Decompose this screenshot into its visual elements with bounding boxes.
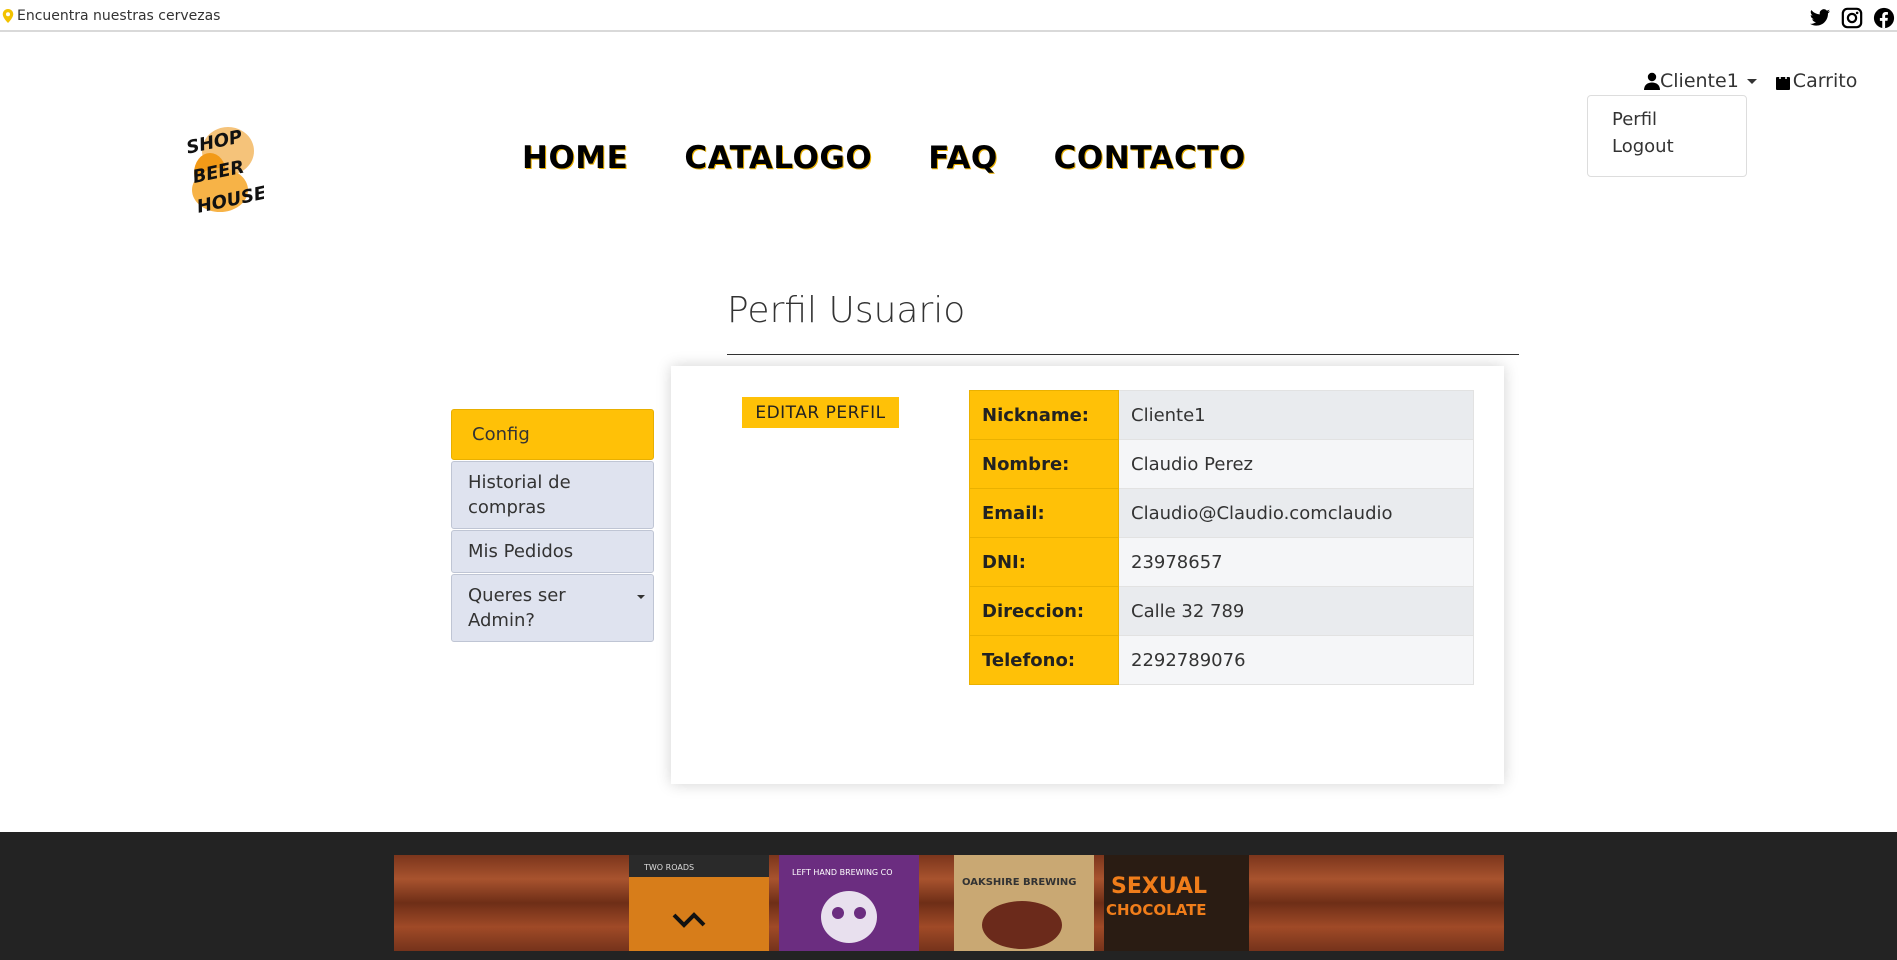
- field-label: Email:: [969, 488, 1119, 538]
- nav-faq[interactable]: FAQ: [928, 140, 997, 176]
- svg-text:LEFT HAND BREWING CO: LEFT HAND BREWING CO: [792, 868, 893, 877]
- user-nav: Cliente1 Carrito: [1644, 70, 1857, 92]
- field-label: DNI:: [969, 537, 1119, 587]
- table-row: Nickname: Cliente1: [969, 390, 1474, 440]
- page-title: Perfil Usuario: [727, 290, 966, 331]
- svg-text:TWO ROADS: TWO ROADS: [643, 863, 694, 872]
- nav-contacto[interactable]: CONTACTO: [1054, 140, 1246, 176]
- edit-profile-button[interactable]: EDITAR PERFIL: [742, 397, 899, 428]
- instagram-icon[interactable]: [1841, 7, 1863, 29]
- profile-table: Nickname: Cliente1 Nombre: Claudio Perez…: [969, 390, 1474, 685]
- field-value: Claudio@Claudio.comclaudio: [1118, 488, 1474, 538]
- table-row: Email: Claudio@Claudio.comclaudio: [969, 488, 1474, 538]
- sidebar-item-pedidos[interactable]: Mis Pedidos: [451, 530, 654, 573]
- field-label: Nickname:: [969, 390, 1119, 440]
- twitter-icon[interactable]: [1809, 7, 1831, 29]
- svg-text:OAKSHIRE BREWING: OAKSHIRE BREWING: [962, 877, 1077, 888]
- dropdown-item-logout[interactable]: Logout: [1588, 133, 1746, 160]
- field-value: 2292789076: [1118, 635, 1474, 685]
- location-text: Encuentra nuestras cervezas: [17, 8, 221, 24]
- sidebar-item-historial[interactable]: Historial de compras: [451, 461, 654, 529]
- sidebar-item-admin[interactable]: Queres ser Admin?: [451, 574, 654, 642]
- cart-link[interactable]: Carrito: [1775, 70, 1858, 92]
- title-divider: [727, 354, 1519, 355]
- user-label: Cliente1: [1660, 70, 1739, 92]
- shop-beer-house-logo[interactable]: SHOP BEER HOUSE: [180, 115, 264, 225]
- table-row: Telefono: 2292789076: [969, 635, 1474, 685]
- field-label: Telefono:: [969, 635, 1119, 685]
- beer-bottles-banner: TWO ROADS LEFT HAND BREWING CO OAKSHIRE …: [394, 855, 1504, 951]
- field-value: Calle 32 789: [1118, 586, 1474, 636]
- dropdown-item-perfil[interactable]: Perfil: [1588, 106, 1746, 133]
- location-link[interactable]: Encuentra nuestras cervezas: [2, 8, 220, 24]
- cart-label: Carrito: [1792, 70, 1858, 92]
- table-row: Direccion: Calle 32 789: [969, 586, 1474, 636]
- field-value: 23978657: [1118, 537, 1474, 587]
- table-row: Nombre: Claudio Perez: [969, 439, 1474, 489]
- location-pin-icon: [2, 9, 14, 23]
- profile-sidebar: Config Historial de compras Mis Pedidos …: [451, 409, 654, 643]
- sidebar-item-config[interactable]: Config: [451, 409, 654, 460]
- user-dropdown-menu: Perfil Logout: [1587, 95, 1747, 177]
- chevron-down-icon: [1746, 78, 1757, 84]
- user-menu-toggle[interactable]: Cliente1: [1644, 70, 1775, 92]
- top-bar: Encuentra nuestras cervezas: [0, 0, 1897, 32]
- nav-catalogo[interactable]: CATALOGO: [684, 140, 872, 176]
- table-row: DNI: 23978657: [969, 537, 1474, 587]
- field-label: Direccion:: [969, 586, 1119, 636]
- shopping-bag-icon: [1775, 72, 1790, 90]
- field-value: Cliente1: [1118, 390, 1474, 440]
- chevron-down-icon: [637, 595, 645, 599]
- field-value: Claudio Perez: [1118, 439, 1474, 489]
- field-label: Nombre:: [969, 439, 1119, 489]
- nav-home[interactable]: HOME: [522, 140, 628, 176]
- svg-text:CHOCOLATE: CHOCOLATE: [1106, 901, 1207, 919]
- user-icon: [1644, 72, 1660, 90]
- facebook-icon[interactable]: [1873, 7, 1895, 29]
- sidebar-item-label: Queres ser Admin?: [468, 585, 566, 631]
- social-links: [1809, 7, 1895, 29]
- main-nav: HOME CATALOGO FAQ CONTACTO: [522, 140, 1246, 176]
- svg-text:SEXUAL: SEXUAL: [1111, 874, 1207, 899]
